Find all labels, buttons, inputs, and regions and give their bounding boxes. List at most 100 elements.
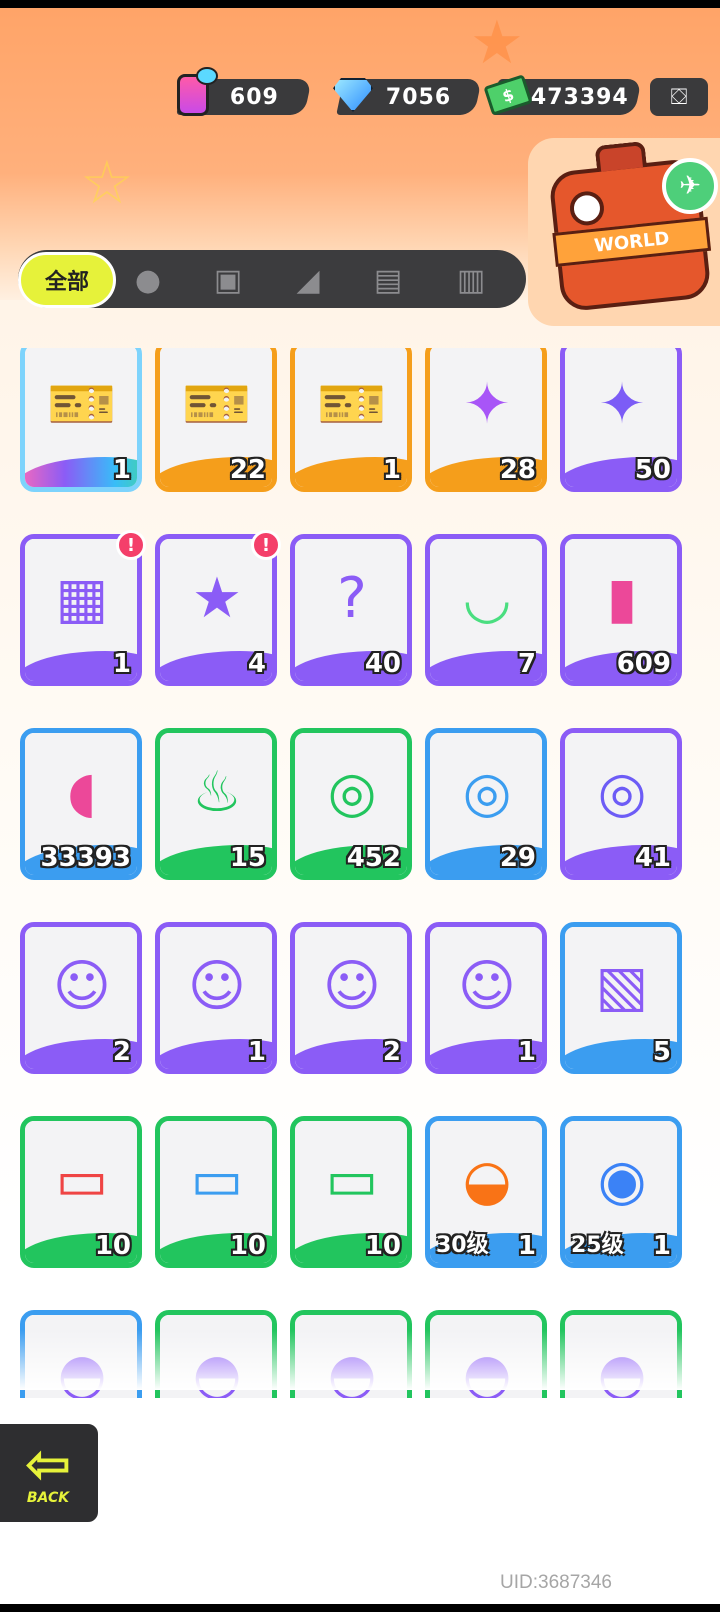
item-quantity: 2 xyxy=(112,1037,131,1067)
inventory-item[interactable]: ✦ 50 xyxy=(560,348,682,492)
blaster-icon: ◉ xyxy=(597,1147,647,1213)
tab-all-label: 全部 xyxy=(44,270,89,295)
inventory-item[interactable]: ▭ 10 xyxy=(20,1116,142,1268)
box-icon: ▣ xyxy=(213,262,243,298)
inventory-item[interactable]: ☺ 2 xyxy=(290,922,412,1074)
item-quantity: 50 xyxy=(634,455,671,485)
sunglasses-icon: ◒ xyxy=(462,1147,512,1213)
airplane-icon[interactable]: ✈ xyxy=(662,158,718,214)
green-tape-icon: ◎ xyxy=(327,759,377,825)
blue-pass-icon: ▭ xyxy=(190,1147,244,1213)
inventory-item[interactable]: ▧ 5 xyxy=(560,922,682,1074)
item-quantity: 7 xyxy=(517,649,536,679)
crown-ticket-icon: 🎫 xyxy=(47,372,117,437)
item-quantity: 5 xyxy=(652,1037,671,1067)
tab-character[interactable]: ● xyxy=(125,258,171,302)
currency-spray[interactable]: 609 xyxy=(176,67,312,116)
item-quantity: 28 xyxy=(499,455,536,485)
inventory-item[interactable]: ▮ 609 xyxy=(560,534,682,686)
item-quantity: 4 xyxy=(247,649,266,679)
item-quantity: 452 xyxy=(346,843,401,873)
item-quantity: 10 xyxy=(364,1231,401,1261)
person-icon: ● xyxy=(134,262,162,298)
rainbow-star-icon: ✦ xyxy=(463,371,511,437)
inventory-item[interactable]: ▭ 10 xyxy=(155,1116,277,1268)
item-quantity: 10 xyxy=(94,1231,131,1261)
location-pin-icon xyxy=(568,189,606,228)
inventory-item[interactable]: ◡ 7 xyxy=(425,534,547,686)
inventory-item[interactable]: ♨ 15 xyxy=(155,728,277,880)
star-decoration-icon: ★ xyxy=(470,8,524,78)
tab-card[interactable]: ▤ xyxy=(365,258,411,302)
inventory-item[interactable]: 🎫 1 xyxy=(20,348,142,492)
inventory-item[interactable]: 🎫 22 xyxy=(155,348,277,492)
gift-box-button[interactable]: ⛋ xyxy=(650,78,708,116)
red-pass-icon: ▭ xyxy=(55,1147,109,1213)
new-badge-icon: ! xyxy=(251,530,281,560)
gift-icon: ⛋ xyxy=(670,84,688,110)
splash-box-icon: ▦ xyxy=(55,565,109,631)
spray-can-icon xyxy=(170,67,218,118)
inventory-item[interactable]: 🎫 1 xyxy=(290,348,412,492)
inventory-item[interactable]: ◒ 1 30级 xyxy=(425,1116,547,1268)
user-id: UID:3687346 xyxy=(500,1572,612,1593)
item-quantity: 40 xyxy=(364,649,401,679)
card-icon: ▤ xyxy=(373,262,403,298)
deity-portrait-icon: ☺ xyxy=(457,953,517,1019)
green-flame-icon: ♨ xyxy=(191,759,243,825)
grid-fade xyxy=(0,1330,720,1390)
inventory-item[interactable]: ☺ 1 xyxy=(155,922,277,1074)
tab-box[interactable]: ▣ xyxy=(205,258,251,302)
tab-all[interactable]: 全部 xyxy=(18,252,116,308)
item-quantity: 22 xyxy=(229,455,266,485)
green-pass-icon: ▭ xyxy=(325,1147,379,1213)
currency-gem[interactable]: 7056 xyxy=(333,78,482,116)
book-icon: ▥ xyxy=(456,262,486,298)
currency-cash[interactable]: $ 473394 xyxy=(483,74,642,116)
inventory-item[interactable]: ◎ 41 xyxy=(560,728,682,880)
item-quantity: 1 xyxy=(517,1231,536,1261)
item-quantity: 609 xyxy=(616,649,671,679)
back-label: BACK xyxy=(26,1490,70,1506)
inventory-item[interactable]: ◎ 452 xyxy=(290,728,412,880)
mystery-deity-icon: ? xyxy=(337,565,367,631)
purple-ticket-icon: 🎫 xyxy=(317,372,387,437)
tab-book[interactable]: ▥ xyxy=(448,258,494,302)
item-quantity: 1 xyxy=(382,455,401,485)
inventory-item[interactable]: ◖ 33393 xyxy=(20,728,142,880)
spray-gun-icon: ◢ xyxy=(296,262,320,298)
back-button[interactable]: ⇦ BACK xyxy=(0,1420,102,1526)
inventory-item[interactable]: ☺ 1 xyxy=(425,922,547,1074)
inventory-item[interactable]: ▭ 10 xyxy=(290,1116,412,1268)
open-cup-icon: ◡ xyxy=(462,565,512,631)
travel-card-icon: ★ xyxy=(191,565,243,631)
inventory-item[interactable]: ☺ 2 xyxy=(20,922,142,1074)
purple-tape-icon: ◎ xyxy=(597,759,647,825)
currency-value: 609 xyxy=(229,84,279,110)
cash-icon: $ xyxy=(483,72,533,118)
item-quantity: 29 xyxy=(499,843,536,873)
inventory-item[interactable]: ◎ 29 xyxy=(425,728,547,880)
item-quantity: 1 xyxy=(652,1231,671,1261)
sticker-pack-icon: ▧ xyxy=(595,953,649,1019)
currency-value: 7056 xyxy=(386,84,452,110)
new-badge-icon: ! xyxy=(116,530,146,560)
world-label: WORLD xyxy=(593,227,671,257)
currency-value: 473394 xyxy=(530,84,629,110)
inventory-item[interactable]: ◉ 1 25级 xyxy=(560,1116,682,1268)
item-quantity: 10 xyxy=(229,1231,266,1261)
inventory-item[interactable]: ✦ 28 xyxy=(425,348,547,492)
inventory-item[interactable]: ? 40 xyxy=(290,534,412,686)
deity-portrait-icon: ☺ xyxy=(52,953,112,1019)
gold-ticket-icon: 🎫 xyxy=(182,372,252,437)
star-decoration-icon: ☆ xyxy=(80,148,134,218)
purple-star-icon: ✦ xyxy=(598,371,646,437)
item-quantity: 33393 xyxy=(40,843,131,873)
deity-portrait-icon: ☺ xyxy=(322,953,382,1019)
nav-strip xyxy=(0,1604,720,1612)
item-quantity: 41 xyxy=(634,843,671,873)
item-quantity: 1 xyxy=(112,455,131,485)
item-quantity: 15 xyxy=(229,843,266,873)
spray-can-icon: ▮ xyxy=(606,565,638,631)
tab-weapon[interactable]: ◢ xyxy=(285,258,331,302)
